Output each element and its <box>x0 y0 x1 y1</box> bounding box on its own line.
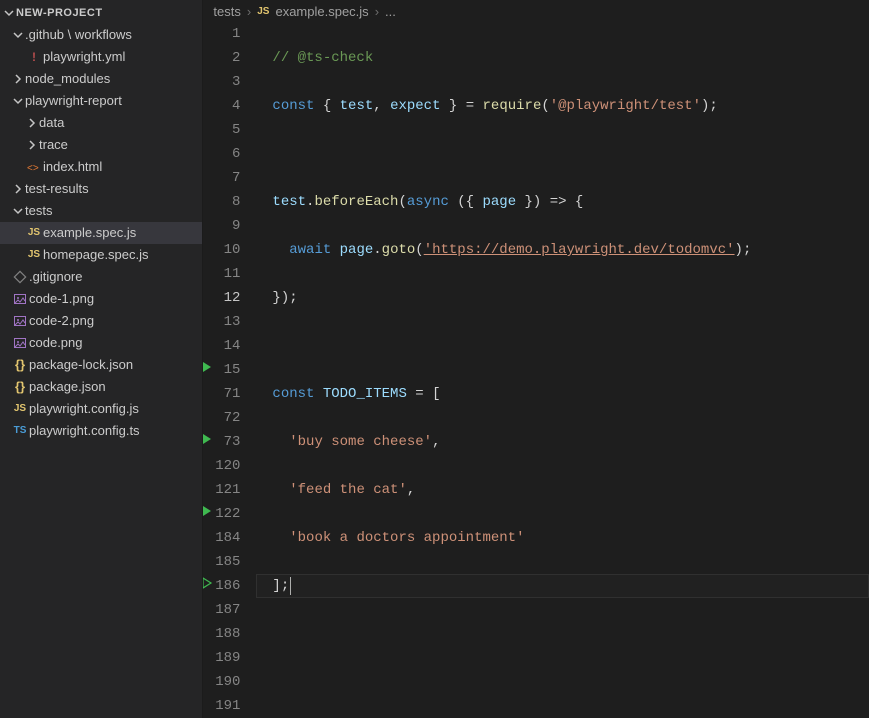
run-test-icon[interactable] <box>203 431 215 447</box>
chevron-down-icon <box>11 30 25 40</box>
chevron-right-icon <box>11 74 25 84</box>
file-tree: .github \ workflows ! playwright.yml nod… <box>0 24 202 718</box>
code-content[interactable]: // @ts-check const { test, expect } = re… <box>250 22 869 718</box>
file-homepage-spec[interactable]: JS homepage.spec.js <box>0 244 202 266</box>
folder-playwright-report[interactable]: playwright-report <box>0 90 202 112</box>
text-cursor <box>290 577 291 595</box>
code-area[interactable]: 1 2 3 4 5 6 7 8 9 10 11 12 13 14 15 71 7… <box>203 22 869 718</box>
breadcrumb-file[interactable]: example.spec.js <box>275 4 368 19</box>
editor: tests › JS example.spec.js › ... 1 2 3 4… <box>203 0 869 718</box>
image-icon <box>11 336 29 350</box>
file-code-png[interactable]: code.png <box>0 332 202 354</box>
explorer-panel: NEW-PROJECT .github \ workflows ! playwr… <box>0 0 203 718</box>
folder-node-modules[interactable]: node_modules <box>0 68 202 90</box>
json-icon: {} <box>11 376 29 398</box>
file-package-json[interactable]: {} package.json <box>0 376 202 398</box>
js-icon: JS <box>25 244 43 266</box>
file-code-2-png[interactable]: code-2.png <box>0 310 202 332</box>
file-gitignore[interactable]: .gitignore <box>0 266 202 288</box>
file-playwright-yml[interactable]: ! playwright.yml <box>0 46 202 68</box>
run-test-icon[interactable] <box>203 503 215 519</box>
ts-icon: TS <box>11 420 29 442</box>
folder-test-results[interactable]: test-results <box>0 178 202 200</box>
js-icon: JS <box>257 6 269 17</box>
run-test-icon[interactable] <box>203 359 215 375</box>
chevron-down-icon <box>2 8 16 18</box>
run-test-icon[interactable] <box>203 575 215 591</box>
breadcrumb[interactable]: tests › JS example.spec.js › ... <box>203 0 869 22</box>
chevron-right-icon <box>25 118 39 128</box>
chevron-right-icon <box>11 184 25 194</box>
yaml-icon: ! <box>25 46 43 68</box>
file-package-lock[interactable]: {} package-lock.json <box>0 354 202 376</box>
project-header[interactable]: NEW-PROJECT <box>0 2 202 24</box>
chevron-right-icon: › <box>247 4 251 19</box>
folder-github-workflows[interactable]: .github \ workflows <box>0 24 202 46</box>
breadcrumb-folder[interactable]: tests <box>213 4 240 19</box>
chevron-down-icon <box>11 206 25 216</box>
file-index-html[interactable]: <> index.html <box>0 156 202 178</box>
breadcrumb-tail[interactable]: ... <box>385 4 396 19</box>
js-icon: JS <box>11 398 29 420</box>
file-code-1-png[interactable]: code-1.png <box>0 288 202 310</box>
folder-tests[interactable]: tests <box>0 200 202 222</box>
chevron-down-icon <box>11 96 25 106</box>
project-name: NEW-PROJECT <box>16 7 103 19</box>
js-icon: JS <box>25 222 43 244</box>
file-playwright-config-ts[interactable]: TS playwright.config.ts <box>0 420 202 442</box>
svg-text:<>: <> <box>27 163 39 174</box>
image-icon <box>11 314 29 328</box>
html-icon: <> <box>25 160 43 174</box>
image-icon <box>11 292 29 306</box>
chevron-right-icon: › <box>375 4 379 19</box>
gutter[interactable]: 1 2 3 4 5 6 7 8 9 10 11 12 13 14 15 71 7… <box>203 22 250 718</box>
chevron-right-icon <box>25 140 39 150</box>
gitignore-icon <box>11 270 29 284</box>
file-playwright-config-js[interactable]: JS playwright.config.js <box>0 398 202 420</box>
folder-trace[interactable]: trace <box>0 134 202 156</box>
file-example-spec[interactable]: JS example.spec.js <box>0 222 202 244</box>
folder-data[interactable]: data <box>0 112 202 134</box>
json-icon: {} <box>11 354 29 376</box>
